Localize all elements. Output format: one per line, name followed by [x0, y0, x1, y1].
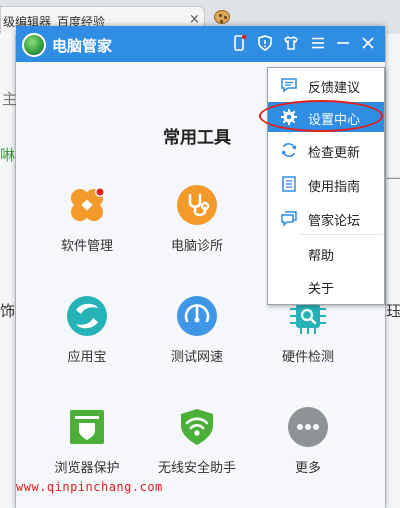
section-title: 常用工具	[163, 128, 231, 148]
tool-software-management[interactable]: 软件管理	[37, 185, 137, 285]
tool-label: 无线安全助手	[157, 461, 236, 476]
menu-item-about[interactable]: 关于	[268, 271, 384, 301]
browser-left-text: 饰	[0, 302, 16, 320]
browser-right-text: 一	[386, 170, 400, 188]
browser-tab-close-icon[interactable]: ×	[189, 12, 200, 27]
phone-icon[interactable]	[228, 32, 250, 54]
menu-item-feedback[interactable]: 反馈建议	[268, 70, 384, 100]
menu-separator	[299, 234, 383, 235]
menu-icon[interactable]	[307, 32, 329, 54]
app-logo-icon	[22, 33, 46, 57]
speed-test-icon	[177, 296, 217, 336]
menu-item-help[interactable]: 帮助	[268, 238, 384, 268]
tool-label: 软件管理	[60, 239, 113, 254]
app-store-icon	[67, 296, 107, 336]
menu-item-label: 使用指南	[308, 180, 361, 195]
tool-label: 硬件检测	[281, 350, 334, 365]
title-bar[interactable]: 电脑管家	[16, 26, 385, 62]
feedback-icon	[281, 78, 297, 93]
browser-shield-icon	[70, 410, 104, 444]
menu-item-check-update[interactable]: 检查更新	[268, 135, 384, 165]
tool-label: 测试网速	[170, 350, 223, 365]
app-title: 电脑管家	[52, 37, 113, 55]
menu-item-label: 检查更新	[308, 146, 361, 161]
browser-left-text: 啉	[0, 146, 16, 164]
tool-hardware-check[interactable]: 硬件检测	[258, 296, 358, 396]
tool-label: 更多	[294, 461, 321, 476]
highlight-ring	[259, 100, 383, 132]
shield-icon[interactable]	[254, 32, 276, 54]
menu-item-user-guide[interactable]: 使用指南	[268, 169, 384, 199]
menu-item-label: 反馈建议	[308, 81, 361, 96]
wifi-shield-icon	[181, 409, 213, 445]
browser-right-text: 珏	[386, 302, 400, 320]
more-dots-icon	[288, 407, 328, 447]
minimize-icon[interactable]	[332, 32, 354, 54]
menu-item-label: 关于	[308, 282, 335, 297]
tool-app-store[interactable]: 应用宝	[37, 296, 137, 396]
tool-label: 电脑诊所	[170, 239, 223, 254]
refresh-icon	[281, 143, 297, 157]
close-icon[interactable]	[357, 32, 379, 54]
skin-shirt-icon[interactable]	[280, 32, 302, 54]
forum-icon	[281, 211, 297, 227]
tool-pc-clinic[interactable]: 电脑诊所	[147, 185, 247, 285]
watermark: www.qinpinchang.com	[16, 480, 163, 494]
tool-label: 浏览器保护	[54, 461, 120, 476]
software-management-icon	[71, 187, 105, 221]
cookie-icon[interactable]	[214, 10, 230, 24]
guide-icon	[282, 176, 296, 192]
browser-page-right-edge	[385, 34, 400, 508]
menu-item-label: 帮助	[308, 249, 335, 264]
tool-label: 应用宝	[67, 350, 107, 365]
browser-left-text: 主	[2, 90, 18, 108]
tool-more[interactable]: 更多	[258, 407, 358, 507]
stethoscope-icon	[177, 185, 217, 225]
menu-item-forum[interactable]: 管家论坛	[268, 203, 384, 233]
tool-speed-test[interactable]: 测试网速	[147, 296, 247, 396]
menu-item-label: 管家论坛	[308, 214, 361, 229]
